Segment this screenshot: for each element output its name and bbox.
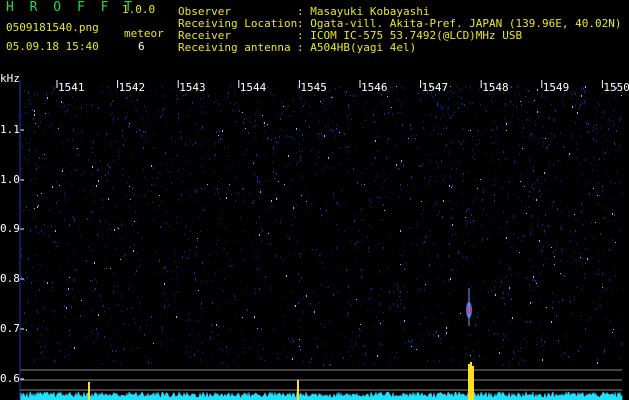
amplitude-trace (19, 390, 623, 400)
y-tick-label: 0.6 (0, 372, 20, 385)
amplitude-spike (297, 380, 299, 400)
amplitude-spike (468, 364, 470, 400)
amplitude-spike (88, 382, 90, 400)
x-tick-label: 1541 (58, 81, 85, 94)
antenna-label: Receiving antenna (178, 41, 291, 54)
spectrogram (19, 80, 623, 400)
y-tick-label: 1.1 (0, 123, 20, 136)
x-tick-label: 1544 (239, 81, 267, 94)
date-time: 05.09.18 15:40 (6, 40, 99, 53)
x-tick-label: 1549 (542, 81, 570, 94)
x-tick-label: 1550 (603, 81, 629, 94)
x-tick-label: 1548 (482, 81, 509, 94)
x-tick-label: 1547 (421, 81, 449, 94)
x-tick-label: 1546 (361, 81, 388, 94)
y-unit-label: kHz (0, 72, 20, 85)
meteor-count: 6 (138, 40, 145, 53)
amplitude-spike (470, 362, 472, 400)
y-tick-label: 0.8 (0, 272, 20, 285)
app-version: 1.0.0 (122, 3, 156, 16)
y-tick-label: 0.7 (0, 322, 20, 335)
x-tick-label: 1542 (118, 81, 146, 94)
y-tick-label: 0.9 (0, 222, 20, 235)
amplitude-spike (472, 366, 474, 400)
app-title: H R O F F T (6, 0, 137, 15)
antenna-value: : A504HB(yagi 4el) (297, 41, 417, 54)
x-tick-label: 1543 (179, 81, 206, 94)
meteor-label: meteor (124, 27, 164, 40)
x-tick-label: 1545 (300, 81, 327, 94)
noise-field (20, 86, 622, 367)
y-tick-label: 1.0 (0, 173, 20, 186)
file-name: 0509181540.png (6, 21, 99, 34)
